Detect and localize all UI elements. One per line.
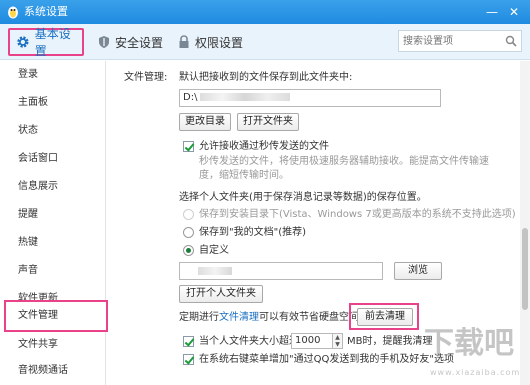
file-cleanup-link[interactable]: 文件清理	[219, 312, 259, 323]
shield-icon	[99, 36, 109, 48]
custom-location-radio[interactable]	[183, 245, 194, 256]
search-box[interactable]	[398, 30, 522, 52]
tab-permission-settings[interactable]: 权限设置	[178, 28, 243, 56]
sidebar-item-chat-window[interactable]: 会话窗口	[0, 145, 106, 173]
save-my-documents-label: 保存到"我的文档"(推荐)	[199, 227, 307, 238]
size-limit-stepper[interactable]: ▲ ▼	[333, 333, 343, 349]
save-install-dir-radio[interactable]	[183, 209, 194, 220]
sidebar-item-file-sharing[interactable]: 文件共享	[0, 331, 106, 359]
window-title: 系统设置	[24, 5, 68, 18]
sidebar: 登录 主面板 状态 会话窗口 信息展示 提醒 热键 声音 软件更新 文件管理 文…	[0, 61, 108, 385]
go-cleanup-button[interactable]: 前去清理	[357, 308, 413, 326]
context-menu-checkbox[interactable]	[183, 354, 194, 365]
sidebar-item-sound[interactable]: 声音	[0, 257, 106, 285]
size-limit-suffix: MB时，提醒我清理	[347, 336, 433, 347]
personal-folder-label: 选择个人文件夹(用于保存消息记录等数据)的保存位置。	[179, 192, 427, 203]
cleanup-prefix: 定期进行	[179, 312, 219, 323]
cleanup-text: 定期进行文件清理可以有效节省硬盘空间。	[179, 311, 369, 324]
search-input[interactable]	[399, 31, 499, 51]
tab-label: 权限设置	[195, 35, 244, 50]
sidebar-item-av-call[interactable]: 音视频通话	[0, 357, 106, 385]
sidebar-item-reminder[interactable]: 提醒	[0, 201, 106, 229]
lock-icon	[179, 35, 189, 48]
change-directory-button[interactable]: 更改目录	[179, 113, 231, 131]
blurred-path	[200, 93, 291, 101]
custom-location-label: 自定义	[199, 245, 229, 256]
sidebar-item-login[interactable]: 登录	[0, 61, 106, 89]
allow-instant-transfer-checkbox[interactable]	[183, 141, 194, 152]
size-limit-input[interactable]: 1000	[291, 333, 333, 349]
instant-transfer-desc-2: 度，缩短传输时间。	[199, 170, 289, 181]
blurred-custom-path	[198, 267, 232, 275]
context-menu-label: 在系统右键菜单增加"通过QQ发送到我的手机及好友"选项	[199, 354, 454, 365]
qq-penguin-icon	[8, 6, 18, 19]
close-icon[interactable]: ✕	[506, 4, 522, 20]
gear-icon	[17, 36, 29, 48]
section-label: 文件管理:	[124, 72, 168, 83]
sidebar-item-file-management[interactable]: 文件管理	[4, 300, 108, 332]
minimize-icon[interactable]: —	[484, 4, 500, 20]
instant-transfer-desc: 秒传发送的文件，将使用极速服务器辅助接收。能提高文件传输速	[199, 156, 489, 167]
allow-instant-transfer-label: 允许接收通过秒传发送的文件	[199, 141, 329, 152]
open-folder-button[interactable]: 打开文件夹	[237, 113, 299, 131]
save-install-dir-label: 保存到安装目录下(Vista、Windows 7或更高版本的系统不支持此选项)	[199, 209, 516, 220]
watermark-text: 下载吧	[424, 326, 514, 361]
custom-path-field[interactable]	[179, 262, 383, 280]
size-limit-prefix: 当个人文件夹大小超过	[199, 336, 299, 347]
save-path-field[interactable]: D:\	[179, 89, 441, 107]
browse-button[interactable]: 浏览	[394, 262, 442, 280]
sidebar-item-status[interactable]: 状态	[0, 117, 106, 145]
tab-security-settings[interactable]: 安全设置	[98, 28, 163, 56]
tab-bar: 基本设置 安全设置 权限设置	[0, 24, 530, 60]
sidebar-item-main-panel[interactable]: 主面板	[0, 89, 106, 117]
save-my-documents-radio[interactable]	[183, 227, 194, 238]
open-personal-folder-button[interactable]: 打开个人文件夹	[179, 285, 263, 303]
tab-label: 基本设置	[34, 27, 71, 58]
scrollbar-thumb[interactable]	[522, 228, 528, 310]
site-watermark: 下载吧 www.xiazaiba.com	[424, 318, 528, 382]
search-icon[interactable]	[505, 35, 517, 47]
watermark-url: www.xiazaiba.com	[430, 368, 521, 377]
default-save-label: 默认把接收到的文件保存到此文件夹中:	[179, 72, 353, 83]
sidebar-item-info-display[interactable]: 信息展示	[0, 173, 106, 201]
sidebar-item-hotkey[interactable]: 热键	[0, 229, 106, 257]
tab-label: 安全设置	[115, 35, 164, 50]
title-bar[interactable]: 系统设置 — ✕	[0, 0, 530, 24]
save-path-text: D:\	[183, 92, 198, 103]
tab-basic-settings[interactable]: 基本设置	[8, 27, 84, 58]
size-limit-checkbox[interactable]	[183, 336, 194, 347]
